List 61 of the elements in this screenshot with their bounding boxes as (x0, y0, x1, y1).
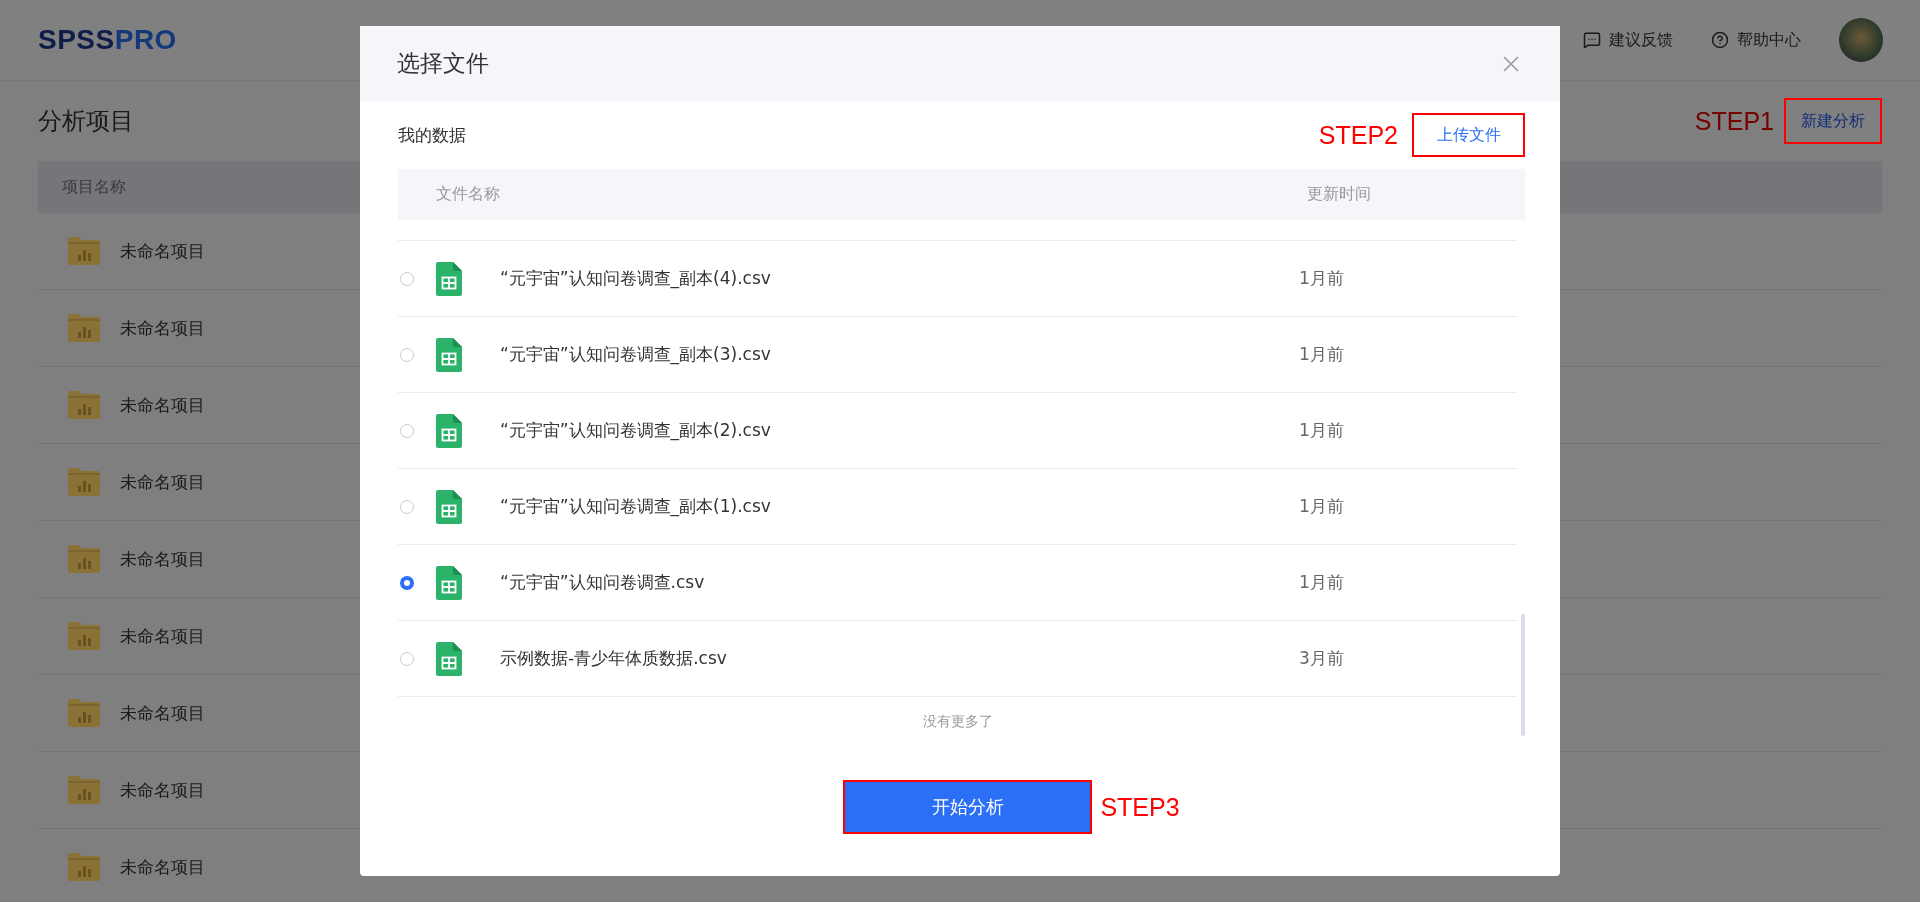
updated-time: 1月前 (1299, 571, 1345, 594)
file-name[interactable]: “元宇宙”认知问卷调查_副本(2).csv (500, 419, 1299, 442)
radio-button[interactable] (400, 575, 414, 590)
folder-icon (66, 851, 102, 883)
spreadsheet-file-icon (436, 261, 462, 296)
logo[interactable]: SPSSPRO (38, 24, 177, 56)
updated-time: 1月前 (1299, 343, 1345, 366)
project-name[interactable]: 未命名项目 (120, 778, 205, 802)
step-label: STEP2 (1318, 120, 1398, 150)
radio-button[interactable] (400, 423, 414, 438)
project-name[interactable]: 未命名项目 (120, 470, 205, 494)
project-name[interactable]: 未命名项目 (120, 624, 205, 648)
spreadsheet-file-icon (436, 337, 462, 372)
file-name[interactable]: “元宇宙”认知问卷调查_副本(3).csv (500, 343, 1299, 366)
folder-icon (66, 389, 102, 421)
step-label: STEP1 (1694, 106, 1774, 136)
updated-time: 1月前 (1299, 419, 1345, 442)
spreadsheet-file-icon (436, 413, 462, 448)
header-link[interactable]: 帮助中心 (1737, 29, 1801, 51)
folder-icon (66, 466, 102, 498)
column-header: 文件名称 (436, 184, 501, 205)
project-name[interactable]: 未命名项目 (120, 855, 205, 879)
new-analysis-button[interactable]: 新建分析 (1784, 98, 1882, 144)
radio-button[interactable] (400, 499, 414, 514)
project-name[interactable]: 未命名项目 (120, 393, 205, 417)
updated-time: 1月前 (1299, 267, 1345, 290)
user-avatar[interactable] (1839, 18, 1883, 62)
updated-time: 1月前 (1299, 495, 1345, 518)
column-header: 更新时间 (1307, 184, 1372, 205)
file-name[interactable]: “元宇宙”认知问卷调查_副本(4).csv (500, 267, 1299, 290)
file-name[interactable]: “元宇宙”认知问卷调查.csv (500, 571, 1299, 594)
project-name[interactable]: 未命名项目 (120, 316, 205, 340)
folder-icon (66, 620, 102, 652)
spreadsheet-file-icon (436, 641, 462, 676)
radio-button[interactable] (400, 271, 414, 286)
folder-icon (66, 235, 102, 267)
scrollbar[interactable] (1521, 614, 1525, 736)
spreadsheet-file-icon (436, 565, 462, 600)
project-name[interactable]: 未命名项目 (120, 547, 205, 571)
file-name[interactable]: “元宇宙”认知问卷调查_副本(1).csv (500, 495, 1299, 518)
folder-icon (66, 312, 102, 344)
radio-button[interactable] (400, 651, 414, 666)
step-label: STEP3 (1100, 792, 1180, 822)
help-icon (1711, 31, 1729, 49)
file-name[interactable]: 示例数据-青少年体质数据.csv (500, 647, 1299, 670)
folder-icon (66, 774, 102, 806)
start-analysis-button[interactable]: 开始分析 (843, 780, 1093, 834)
project-name[interactable]: 未命名项目 (120, 701, 205, 725)
dialog-title: 选择文件 (397, 49, 490, 78)
feedback-icon (1583, 31, 1601, 49)
end-of-list-note: 没有更多了 (922, 712, 993, 731)
spreadsheet-file-icon (436, 489, 462, 524)
folder-icon (66, 543, 102, 575)
project-name[interactable]: 未命名项目 (120, 239, 205, 263)
header-link[interactable]: 建议反馈 (1609, 29, 1673, 51)
folder-icon (66, 697, 102, 729)
radio-button[interactable] (400, 347, 414, 362)
upload-file-button[interactable]: 上传文件 (1412, 113, 1525, 157)
page-title: 分析项目 (38, 106, 134, 137)
updated-time: 3月前 (1299, 647, 1345, 670)
section-title: 我的数据 (398, 123, 467, 147)
